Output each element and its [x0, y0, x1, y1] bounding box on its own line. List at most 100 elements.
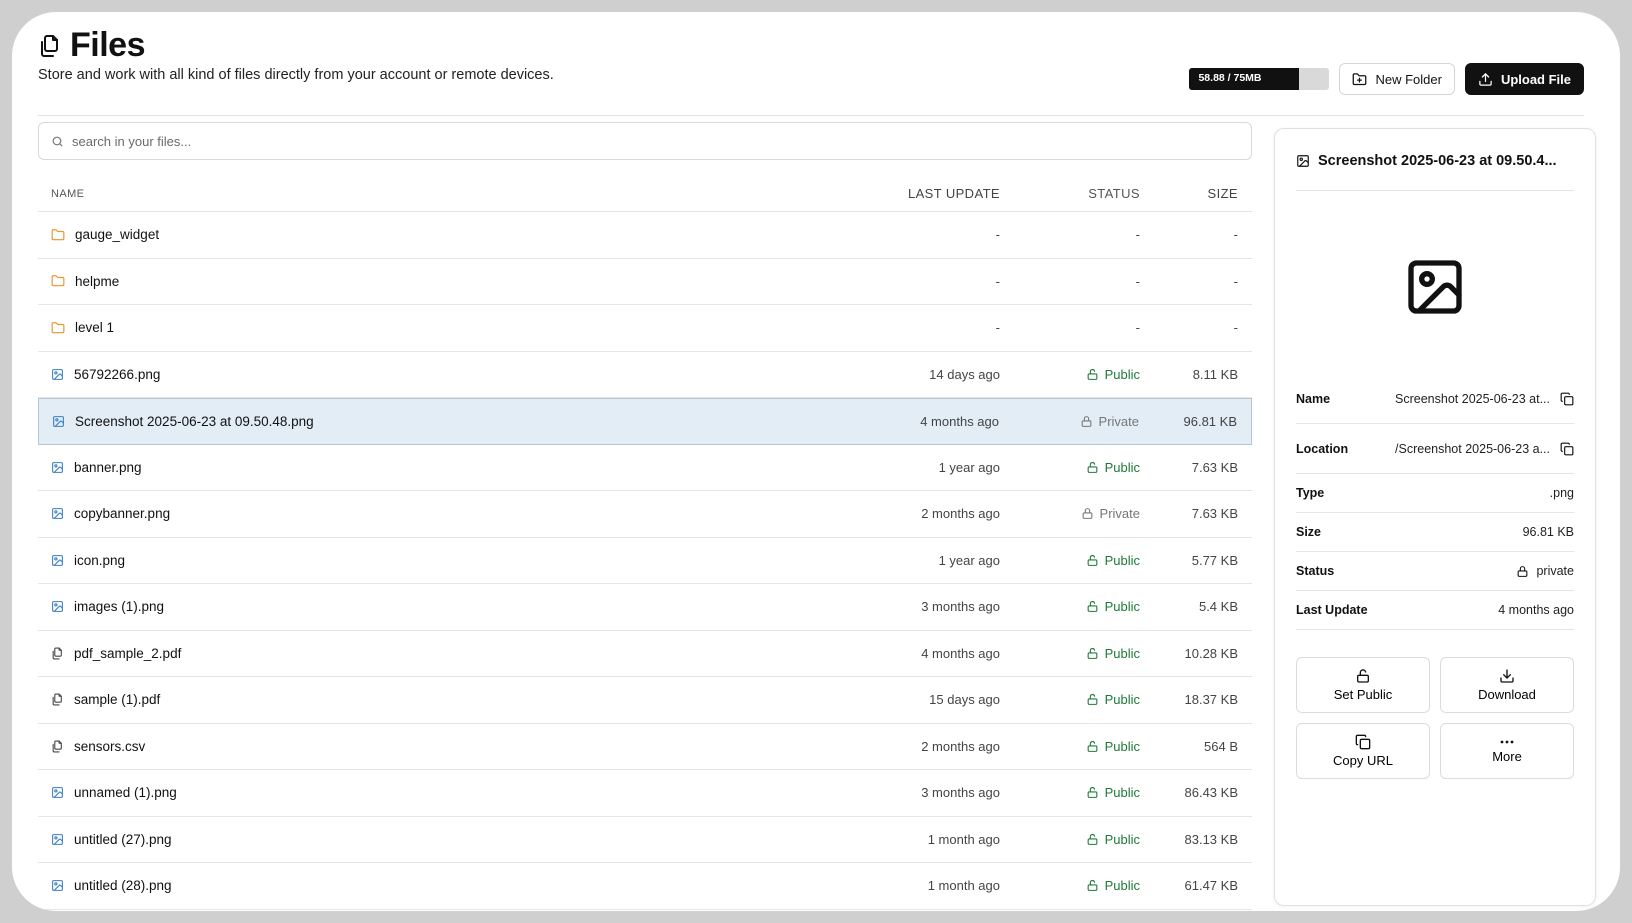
file-metadata: Name Screenshot 2025-06-23 at... Locatio…	[1296, 374, 1574, 630]
meta-size-label: Size	[1296, 525, 1322, 539]
file-name: pdf_sample_2.pdf	[74, 645, 182, 661]
search-bar	[38, 122, 1252, 160]
page-header: Files Store and work with all kind of fi…	[38, 26, 1584, 116]
status-cell: Private	[1000, 506, 1140, 521]
app-window: Files Store and work with all kind of fi…	[12, 12, 1620, 911]
file-name: unnamed (1).png	[74, 785, 177, 801]
file-row[interactable]: sensors.csv 2 months ago Public 564 B	[38, 724, 1252, 770]
new-folder-button[interactable]: New Folder	[1339, 63, 1455, 95]
file-row[interactable]: images (1).png 3 months ago Public 5.4 KB	[38, 584, 1252, 631]
folder-row[interactable]: level 1---	[38, 305, 1252, 352]
file-size: 10.28 KB	[1184, 645, 1239, 661]
file-icon	[51, 740, 64, 753]
status-cell: Public	[1000, 878, 1140, 893]
file-name: helpme	[75, 273, 120, 289]
last-update: 15 days ago	[929, 692, 1000, 708]
file-size: 5.4 KB	[1198, 599, 1238, 615]
meta-row-last-update: Last Update 4 months ago	[1296, 591, 1574, 630]
download-button[interactable]: Download	[1440, 657, 1574, 713]
more-button[interactable]: More	[1440, 723, 1574, 779]
file-size: -	[1233, 320, 1238, 336]
status-cell: Public	[1000, 553, 1140, 568]
column-header-status[interactable]: STATUS	[1000, 186, 1140, 201]
file-row[interactable]: banner.png 1 year ago Public 7.63 KB	[38, 445, 1252, 491]
download-icon	[1499, 668, 1515, 684]
unlock-icon	[1086, 647, 1099, 660]
file-name: images (1).png	[74, 599, 165, 615]
folder-icon	[51, 321, 65, 335]
status-cell: Public	[1000, 367, 1140, 382]
meta-name-label: Name	[1296, 391, 1331, 406]
folder-row[interactable]: gauge_widget - - -	[38, 212, 1252, 259]
file-size: 86.43 KB	[1184, 785, 1239, 801]
image-icon	[51, 833, 64, 846]
search-input[interactable]	[72, 133, 1251, 149]
file-size: 8.11 KB	[1192, 366, 1238, 382]
copy-url-button[interactable]: Copy URL	[1296, 723, 1430, 779]
file-row[interactable]: untitled (28).png 1 month ago Public 61.47 …	[38, 863, 1252, 910]
file-row[interactable]: icon.png 1 year ago Public 5.77 KB	[38, 538, 1252, 584]
status-cell: Private	[999, 414, 1139, 429]
status-cell: -	[1000, 320, 1140, 335]
unlock-icon	[1086, 833, 1099, 846]
folder-row[interactable]: helpme - - -	[38, 259, 1252, 305]
status-cell: Public	[1000, 460, 1140, 475]
new-folder-label: New Folder	[1375, 71, 1442, 87]
last-update: 4 months ago	[920, 413, 999, 429]
status-cell: Public	[1000, 646, 1140, 661]
file-row[interactable]: 56792266.png 14 days ago Public 8.11 KB	[38, 352, 1252, 398]
copy-location-icon[interactable]	[1560, 442, 1574, 456]
meta-size-value: 96.81 KB	[1522, 525, 1574, 539]
status-cell: Public	[1000, 785, 1140, 800]
column-header-name[interactable]: NAME	[38, 188, 790, 200]
folder-plus-icon	[1352, 72, 1367, 87]
upload-file-button[interactable]: Upload File	[1464, 63, 1584, 95]
status-label: Public	[1104, 599, 1140, 615]
unlock-icon	[1355, 668, 1371, 684]
image-icon	[51, 507, 64, 520]
last-update: 2 months ago	[921, 506, 1000, 522]
file-icon	[51, 693, 64, 706]
meta-type-label: Type	[1296, 486, 1325, 500]
unlock-icon	[1086, 693, 1099, 706]
file-row[interactable]: sample (1).pdf 15 days ago Public 18.37 KB	[38, 677, 1252, 724]
file-row[interactable]: untitled (27).png 1 month ago Public 83.13 …	[38, 817, 1252, 863]
unlock-icon	[1086, 786, 1099, 799]
file-row[interactable]: unnamed (1).png 3 months ago Public 86.43 K…	[38, 770, 1252, 817]
image-icon	[52, 415, 65, 428]
image-icon	[51, 554, 64, 567]
file-name: Screenshot 2025-06-23 at 09.50.48.png	[75, 413, 314, 429]
meta-last-update-value: 4 months ago	[1498, 603, 1574, 617]
set-public-label: Set Public	[1333, 687, 1393, 702]
last-update: 14 days ago	[929, 366, 1000, 382]
column-header-last-update[interactable]: LAST UPDATE	[790, 186, 1000, 201]
file-size: 96.81 KB	[1183, 413, 1238, 429]
file-actions: Set Public Download Copy URL More	[1296, 657, 1574, 779]
lock-icon	[1516, 565, 1529, 578]
more-label: More	[1492, 749, 1522, 764]
files-icon	[38, 34, 62, 58]
status-label: Public	[1104, 738, 1140, 754]
status-cell: -	[1000, 274, 1140, 289]
file-row[interactable]: copybanner.png 2 months ago Private 7.63 KB	[38, 491, 1252, 538]
image-preview-icon	[1403, 255, 1467, 319]
files-table: NAME LAST UPDATE STATUS SIZE gauge_widge…	[38, 176, 1252, 910]
file-name: untitled (28).png	[74, 878, 172, 894]
file-name: 56792266.png	[74, 366, 161, 382]
unlock-icon	[1086, 554, 1099, 567]
status-label: Private	[1099, 506, 1140, 522]
set-public-button[interactable]: Set Public	[1296, 657, 1430, 713]
meta-type-value: .png	[1549, 486, 1574, 500]
file-name: icon.png	[74, 552, 126, 568]
file-row[interactable]: pdf_sample_2.pdf 4 months ago Public 10.28 …	[38, 631, 1252, 677]
copy-name-icon[interactable]	[1560, 392, 1574, 406]
file-name: copybanner.png	[74, 506, 171, 522]
meta-row-size: Size 96.81 KB	[1296, 513, 1574, 552]
folder-icon	[51, 274, 65, 288]
folder-icon	[51, 228, 65, 242]
file-row[interactable]: Screenshot 2025-06-23 at 09.50.48.png 4 m…	[38, 398, 1252, 445]
file-name: banner.png	[74, 459, 142, 475]
meta-status-value: private	[1536, 564, 1574, 578]
image-icon	[51, 600, 64, 613]
column-header-size[interactable]: SIZE	[1140, 186, 1252, 201]
